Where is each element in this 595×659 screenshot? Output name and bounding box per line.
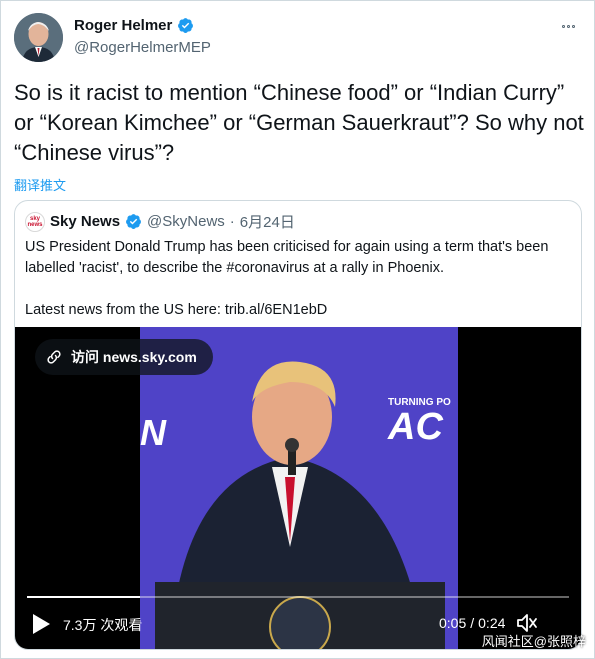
quoted-tweet-header: sky news Sky News @SkyNews · 6月24日 [25, 211, 295, 232]
quoted-author-handle[interactable]: @SkyNews [147, 213, 225, 230]
time-current: 0:05 [439, 615, 467, 631]
separator-dot: · [229, 213, 235, 230]
visit-site-link[interactable]: 访问 news.sky.com [35, 339, 213, 375]
quoted-tweet[interactable]: sky news Sky News @SkyNews · 6月24日 US Pr… [14, 200, 582, 650]
translate-tweet-link[interactable]: 翻译推文 [14, 175, 66, 194]
watermark: 风闻社区@张照梓 [481, 634, 586, 649]
play-icon[interactable] [31, 613, 51, 635]
video-player[interactable]: N TURNING PO AC 访问 news.sky.com 7.3万 次观看… [15, 327, 581, 649]
author-handle[interactable]: @RogerHelmerMEP [74, 39, 211, 56]
verified-badge-icon [126, 214, 141, 229]
more-options-icon[interactable] [556, 17, 580, 35]
visit-site-label: 访问 news.sky.com [71, 349, 197, 365]
speaker-figure [155, 361, 445, 649]
video-time: 0:05 / 0:24 [439, 615, 505, 631]
time-total: 0:24 [478, 615, 506, 631]
author-name-row[interactable]: Roger Helmer [74, 17, 194, 34]
quoted-tweet-date[interactable]: 6月24日 [240, 211, 295, 232]
tweet-card: Roger Helmer @RogerHelmerMEP So is it ra… [0, 0, 595, 659]
time-separator: / [470, 615, 475, 631]
view-count: 7.3万 次观看 [63, 617, 143, 633]
sky-news-logo[interactable]: sky news [25, 211, 45, 232]
video-progress-bar[interactable] [27, 596, 569, 598]
quoted-author-name[interactable]: Sky News [50, 213, 120, 230]
sky-news-logo-text: sky news [27, 215, 43, 228]
author-name[interactable]: Roger Helmer [74, 17, 172, 34]
link-icon [47, 350, 61, 364]
video-frame: N TURNING PO AC [140, 327, 458, 649]
verified-badge-icon [178, 18, 194, 33]
quoted-tweet-text: US President Donald Trump has been criti… [25, 239, 549, 318]
video-progress-fill [27, 596, 140, 598]
tweet-text: So is it racist to mention “Chinese food… [14, 80, 584, 165]
author-avatar[interactable] [14, 13, 63, 62]
